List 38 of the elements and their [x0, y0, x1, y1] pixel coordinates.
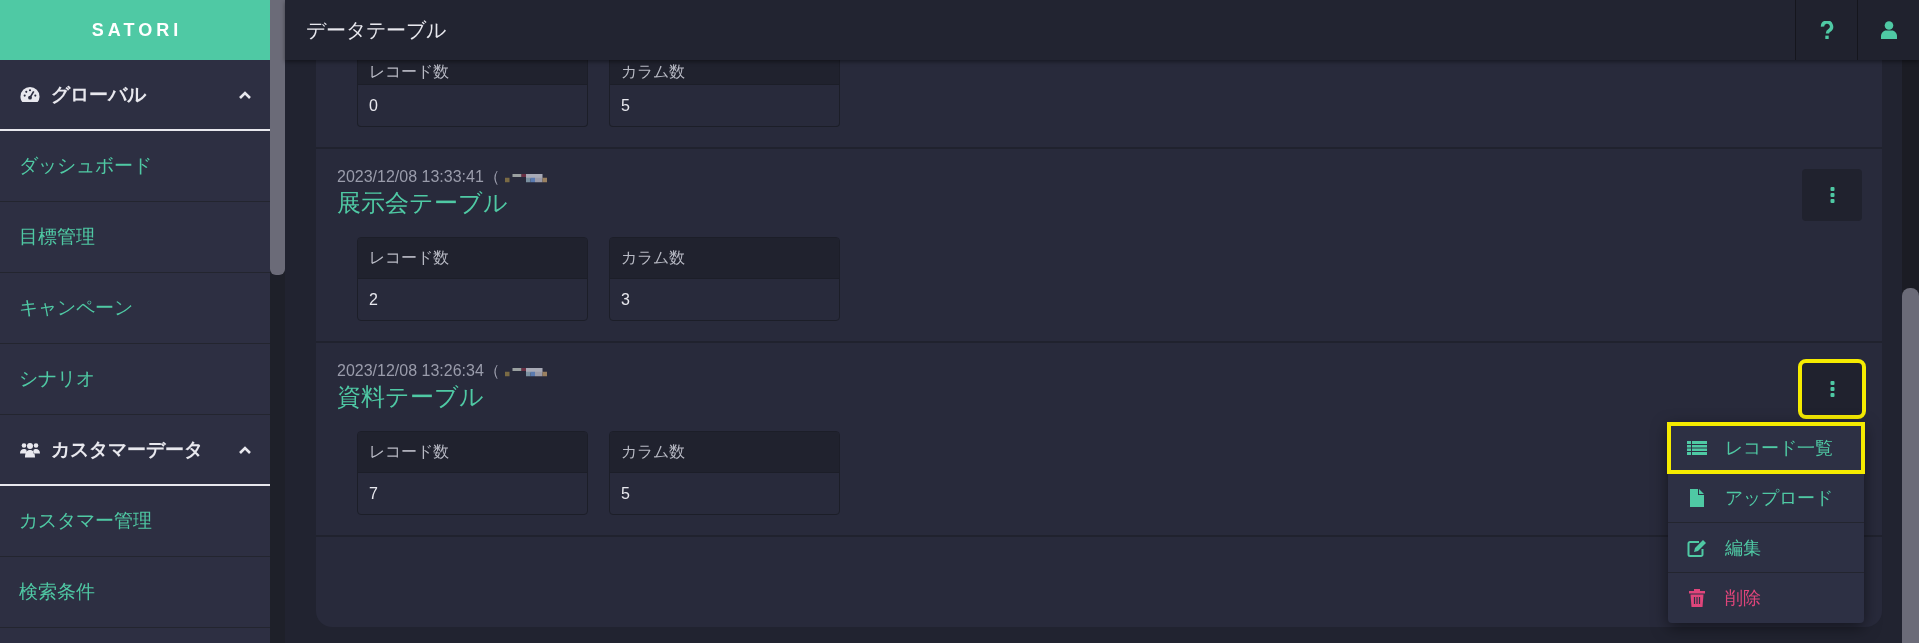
stat-label: カラム数 [621, 247, 685, 268]
stat-label: レコード数 [369, 441, 449, 462]
menu-item[interactable]: 削除 [1668, 573, 1864, 623]
scrollbar-thumb[interactable] [1902, 288, 1919, 643]
stat-value: 0 [369, 96, 378, 115]
user-icon [1880, 21, 1897, 39]
stat-label: レコード数 [369, 247, 449, 268]
timestamp: 2023/12/08 13:33:41（ [337, 166, 500, 187]
table-title-link[interactable]: 展示会テーブル [337, 187, 508, 219]
stat-label: レコード数 [369, 61, 449, 82]
users-icon [19, 441, 41, 458]
edit-icon [1687, 538, 1707, 557]
group-label: カスタマーデータ [51, 437, 204, 462]
group-label: グローバル [51, 82, 147, 107]
stat-value: 5 [621, 484, 630, 503]
help-icon [1818, 21, 1835, 39]
table-title-link[interactable]: 資料テーブル [337, 381, 484, 413]
page-title: データテーブル [305, 17, 447, 43]
more-icon [1829, 187, 1835, 203]
menu-item[interactable]: レコード一覧 [1668, 423, 1864, 473]
more-icon [1829, 381, 1835, 397]
stat-value: 3 [621, 290, 630, 309]
timestamp: 2023/12/08 13:26:34（ [337, 360, 500, 381]
list-icon [1687, 438, 1707, 457]
stat-label: カラム数 [621, 61, 685, 82]
more-button[interactable] [1802, 169, 1862, 221]
stat-value: 5 [621, 96, 630, 115]
menu-item[interactable]: アップロード [1668, 473, 1864, 523]
user-button[interactable] [1857, 0, 1919, 60]
gauge-icon [19, 86, 41, 103]
trash-icon [1687, 589, 1707, 607]
stat-value: 2 [369, 290, 378, 309]
scrollbar-thumb[interactable] [270, 0, 285, 275]
menu-item[interactable]: 編集 [1668, 523, 1864, 573]
stat-label: カラム数 [621, 441, 685, 462]
help-button[interactable] [1795, 0, 1857, 60]
file-icon [1687, 488, 1707, 507]
stat-value: 7 [369, 484, 378, 503]
